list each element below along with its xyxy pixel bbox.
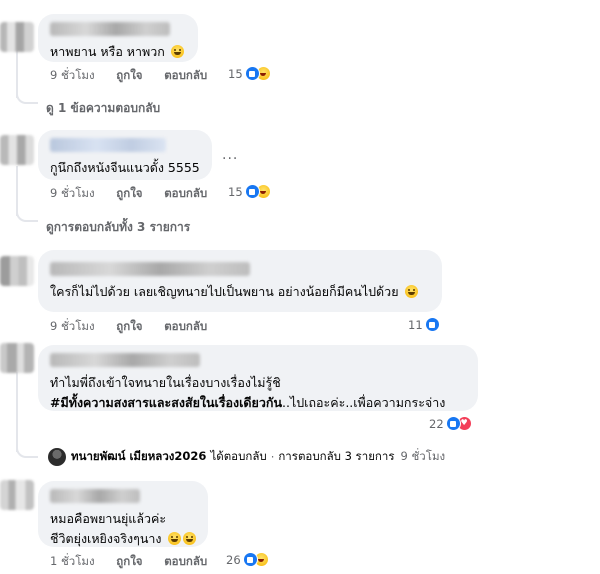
reply-action: ได้ตอบกลับ xyxy=(210,449,267,463)
avatar[interactable] xyxy=(0,480,34,510)
reaction-count: 15 xyxy=(228,184,243,199)
view-replies-link[interactable]: ดูการตอบกลับทั้ง 3 รายการ xyxy=(46,218,190,237)
comment-bubble: หมอคือพยานยุ่แล้วค่ะ ชีวิตยุ่งเหยิงจริงๆ… xyxy=(38,481,208,547)
commenter-name[interactable] xyxy=(50,353,200,367)
comment-bubble: หาพยาน หรือ หาพวก xyxy=(38,14,198,62)
separator: · xyxy=(270,450,275,464)
comment-text: หาพยาน หรือ หาพวก xyxy=(50,42,186,62)
reply-button[interactable]: ตอบกลับ xyxy=(164,186,207,200)
like-reaction-icon xyxy=(424,317,440,332)
reply-button[interactable]: ตอบกลับ xyxy=(164,554,207,568)
replier-avatar xyxy=(48,448,66,466)
comment-time[interactable]: 9 ชั่วโมง xyxy=(50,186,95,200)
reaction-summary[interactable]: 15 xyxy=(228,184,271,199)
reply-button[interactable]: ตอบกลับ xyxy=(164,68,207,82)
thread-elbow xyxy=(16,210,38,222)
commenter-name[interactable] xyxy=(50,489,140,503)
like-button[interactable]: ถูกใจ xyxy=(116,186,142,200)
reply-button[interactable]: ตอบกลับ xyxy=(164,319,207,333)
comment-actions: 9 ชั่วโมง ถูกใจ ตอบกลับ xyxy=(50,185,225,203)
more-options-icon[interactable]: ... xyxy=(222,147,238,163)
like-reaction-icon xyxy=(244,184,260,199)
comment-text: กูนึกถึงหนังจีนแนวดั้ง 5555 xyxy=(50,160,200,175)
view-replies-link[interactable]: ดู 1 ข้อความตอบกลับ xyxy=(46,99,160,118)
commenter-name[interactable] xyxy=(50,262,250,276)
reaction-count: 11 xyxy=(408,317,423,332)
commenter-name[interactable] xyxy=(50,22,170,36)
thread-line xyxy=(16,372,18,452)
grin-emoji-icon xyxy=(182,532,196,545)
thread-elbow xyxy=(16,92,38,104)
comment-time[interactable]: 9 ชั่วโมง xyxy=(50,68,95,82)
comment-text: ทำไมพี่ถึงเข้าใจทนายในเรื่องบางเรื่องไม่… xyxy=(50,375,281,390)
comment-actions: 1 ชั่วโมง ถูกใจ ตอบกลับ xyxy=(50,553,225,571)
reply-author[interactable]: ทนายพัฒน์ เมียหลวง2026 xyxy=(71,448,206,466)
reply-time: 9 ชั่วโมง xyxy=(400,449,446,463)
comment-text: #มีทั้งความสงสารและสงสัยในเรื่องเดียวกัน… xyxy=(50,395,446,410)
hashtag-link[interactable]: #มีทั้งความสงสารและสงสัยในเรื่องเดียวกัน xyxy=(50,395,282,410)
grin-emoji-icon xyxy=(170,45,184,58)
comment-bubble: ทำไมพี่ถึงเข้าใจทนายในเรื่องบางเรื่องไม่… xyxy=(38,345,478,411)
reaction-count: 15 xyxy=(228,66,243,81)
like-button[interactable]: ถูกใจ xyxy=(116,554,142,568)
comment-text: ชีวิตยุ่งเหยิงจริงๆนาง xyxy=(50,529,196,549)
thread-elbow xyxy=(16,446,38,458)
like-reaction-icon xyxy=(244,66,260,81)
commenter-name[interactable] xyxy=(50,138,166,152)
comment-text: ใครก็ไม่ไปด้วย เลยเชิญทนายไปเป็นพยาน อย่… xyxy=(50,282,430,302)
reply-summary[interactable]: ทนายพัฒน์ เมียหลวง2026 ได้ตอบกลับ · การต… xyxy=(48,448,445,466)
comment-bubble: ใครก็ไม่ไปด้วย เลยเชิญทนายไปเป็นพยาน อย่… xyxy=(38,250,442,312)
avatar[interactable] xyxy=(0,256,34,286)
reaction-summary[interactable]: 26 xyxy=(226,552,269,567)
comment-time[interactable]: 9 ชั่วโมง xyxy=(50,319,95,333)
thread-line xyxy=(16,166,18,216)
reply-count: การตอบกลับ 3 รายการ xyxy=(278,449,395,463)
like-button[interactable]: ถูกใจ xyxy=(116,319,142,333)
comment-time[interactable]: 1 ชั่วโมง xyxy=(50,554,95,568)
comment-bubble: กูนึกถึงหนังจีนแนวดั้ง 5555 xyxy=(38,130,212,180)
reaction-summary[interactable]: 15 xyxy=(228,66,271,81)
avatar[interactable] xyxy=(0,22,34,52)
reaction-summary[interactable]: 11 xyxy=(408,317,440,332)
grin-emoji-icon xyxy=(167,532,181,545)
avatar[interactable] xyxy=(0,343,34,373)
thread-line xyxy=(16,46,18,98)
grin-emoji-icon xyxy=(404,285,418,298)
like-reaction-icon xyxy=(445,416,461,431)
comment-actions: 9 ชั่วโมง ถูกใจ ตอบกลับ xyxy=(50,318,225,336)
reaction-count: 22 xyxy=(429,416,444,431)
comment-text: หมอคือพยานยุ่แล้วค่ะ xyxy=(50,511,167,526)
reaction-count: 26 xyxy=(226,552,241,567)
comment-actions: 9 ชั่วโมง ถูกใจ ตอบกลับ xyxy=(50,67,225,85)
avatar[interactable] xyxy=(0,135,34,165)
like-reaction-icon xyxy=(242,552,258,567)
reaction-summary[interactable]: 22 ♥ xyxy=(429,416,472,431)
like-button[interactable]: ถูกใจ xyxy=(116,68,142,82)
